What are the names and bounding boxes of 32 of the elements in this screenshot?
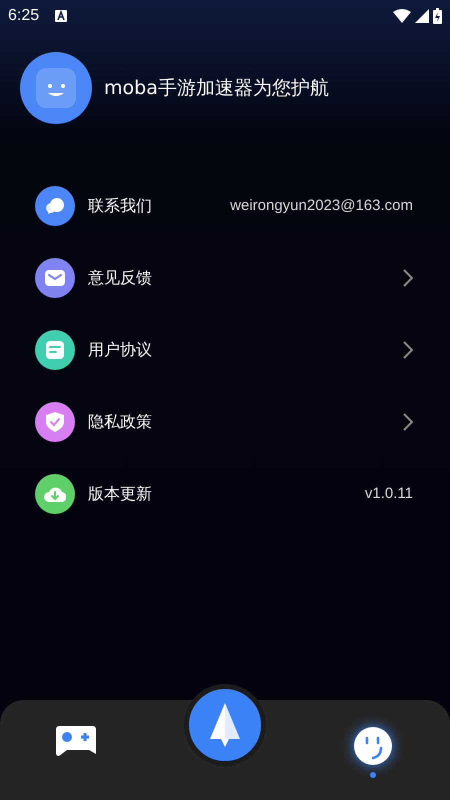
envelope-icon [45,270,65,286]
menu-label: 意见反馈 [88,267,153,289]
battery-icon [433,8,442,24]
menu-label: 联系我们 [88,195,153,217]
chat-bubbles-icon [45,197,65,215]
document-icon [46,341,64,359]
menu-value: weirongyun2023@163.com [230,196,413,216]
chevron-right-icon [403,413,413,431]
menu-item[interactable]: 意见反馈 [0,242,450,314]
menu-label: 用户协议 [88,339,153,361]
menu-label: 版本更新 [88,483,153,505]
paper-plane-icon [210,703,240,747]
chevron-right-icon [403,341,413,359]
menu-value: v1.0.11 [364,484,413,504]
gamepad-add-icon [55,724,97,758]
chevron-right-icon [403,269,413,287]
menu-label: 隐私政策 [88,411,153,433]
menu-item[interactable]: 联系我们 weirongyun2023@163.com [0,170,450,242]
app-notification-icon [55,10,68,22]
menu-item[interactable]: 版本更新 v1.0.11 [0,458,450,530]
smiley-face-icon [34,66,78,110]
menu-item[interactable]: 隐私政策 [0,386,450,458]
signal-icon [415,9,429,23]
shield-check-icon [46,412,64,432]
nav-tab[interactable] [351,724,395,778]
cloud-download-icon [44,486,66,502]
wifi-icon [393,9,411,23]
header-title: moba手游加速器为您护航 [104,76,329,101]
nav-tab[interactable] [55,724,97,758]
smiley-icon [351,724,395,768]
status-time: 6:25 [8,6,40,26]
menu-item[interactable]: 用户协议 [0,314,450,386]
